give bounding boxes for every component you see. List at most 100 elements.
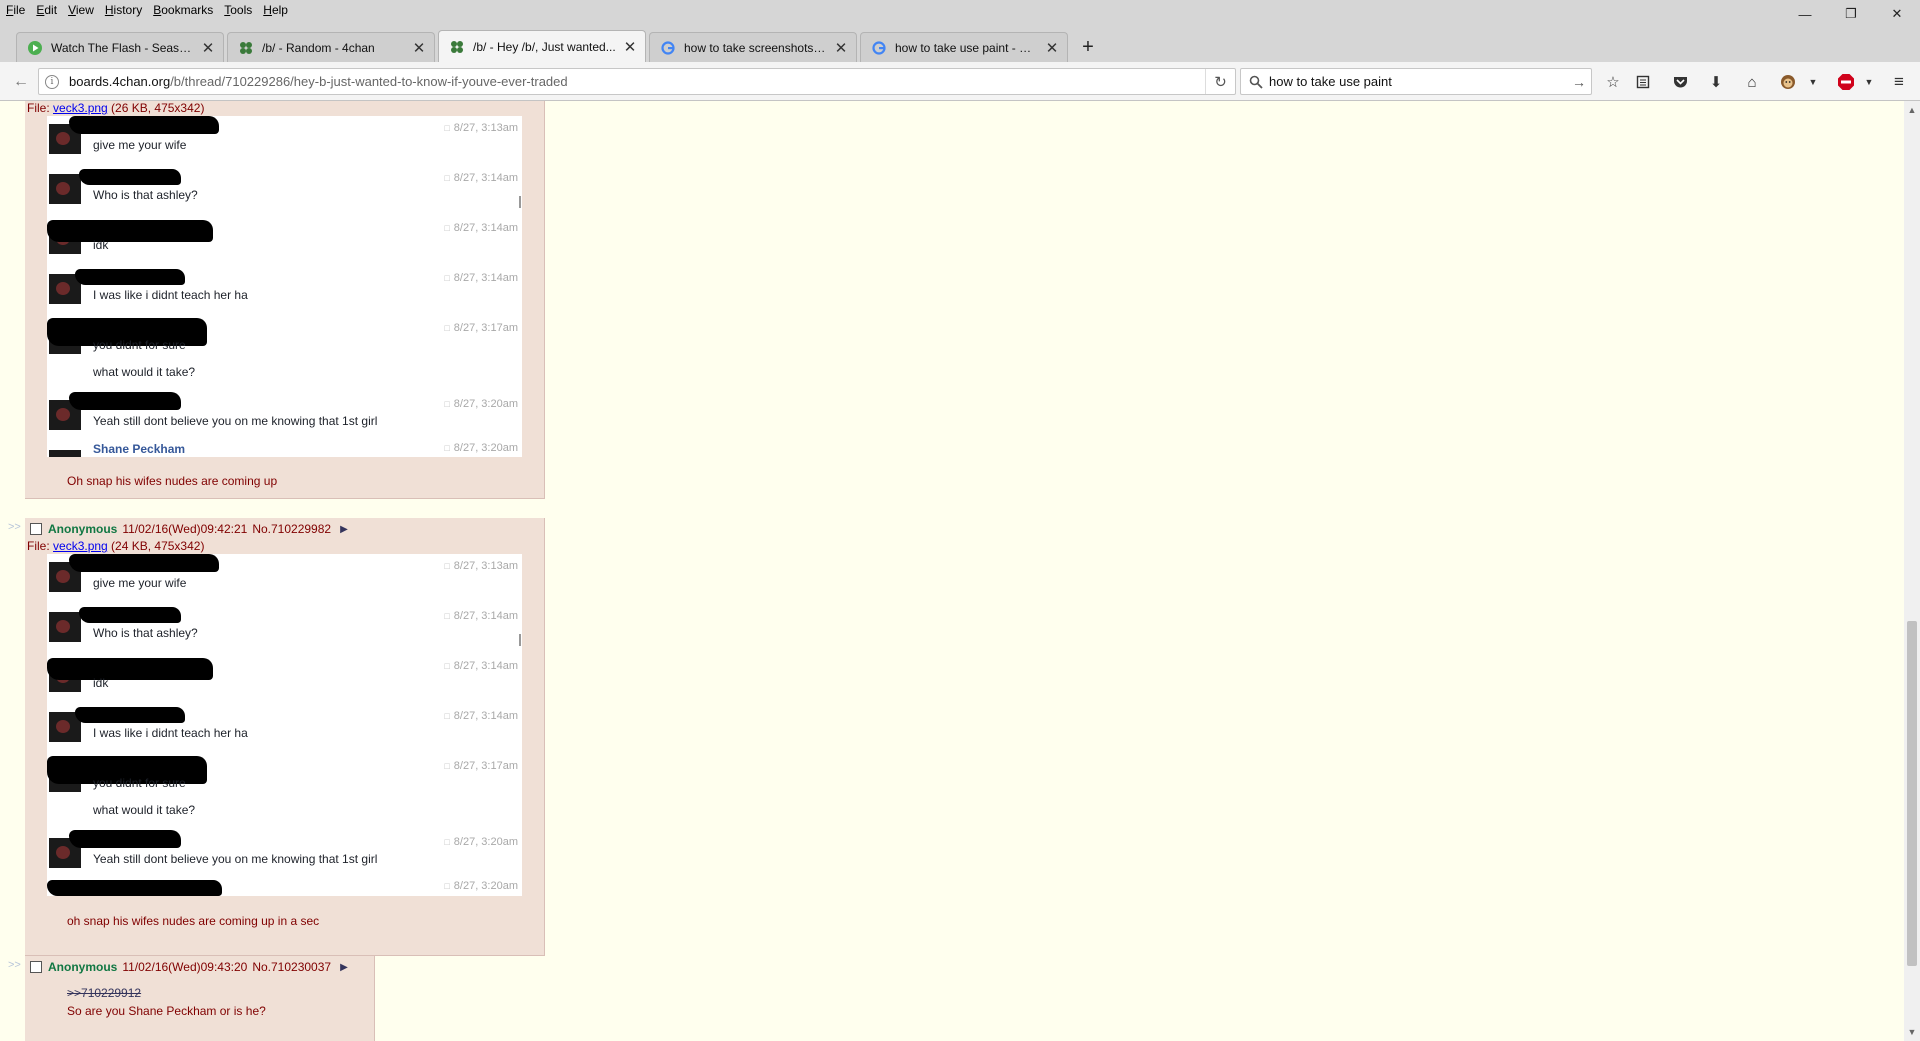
restore-icon: ❐: [1845, 6, 1857, 21]
tab-close-icon[interactable]: ✕: [201, 40, 215, 57]
post-number[interactable]: No.710229982: [252, 522, 331, 536]
file-meta: (24 KB, 475x342): [107, 539, 205, 553]
window-controls: — ❐ ✕: [1782, 0, 1920, 28]
close-window-button[interactable]: ✕: [1874, 0, 1920, 28]
tab-close-icon[interactable]: ✕: [623, 39, 637, 56]
sender-name: Shane Peckham: [93, 442, 186, 456]
post-menu-icon[interactable]: ▶: [340, 524, 348, 535]
greasemonkey-icon[interactable]: [1776, 70, 1800, 94]
image-scrollbar-mark: [519, 634, 521, 646]
message-text: you didnt for sure: [93, 776, 186, 790]
post-date: 11/02/16(Wed)09:42:21: [122, 522, 248, 536]
url-bar[interactable]: i boards.4chan.org/b/thread/710229286/he…: [38, 68, 1236, 95]
reply-post: Anonymous 11/02/16(Wed)09:43:20 No.71023…: [25, 956, 375, 1041]
chat-message: Shane Peckham 8/27, 3:20am: [47, 442, 522, 457]
quote-link[interactable]: >>710229912: [67, 986, 266, 1000]
file-link[interactable]: veck3.png: [53, 101, 108, 115]
message-text: idk: [93, 238, 109, 252]
redaction-mark: [75, 707, 185, 723]
post-number[interactable]: No.710230037: [252, 960, 331, 974]
search-bar[interactable]: how to take use paint →: [1240, 68, 1592, 95]
search-go-icon[interactable]: →: [1567, 74, 1591, 90]
menu-history[interactable]: History: [99, 0, 147, 20]
chat-message: 8/27, 3:20am Yeah still dont believe you…: [47, 830, 522, 870]
reading-list-icon[interactable]: [1631, 70, 1655, 94]
dropdown-arrow-icon[interactable]: ▼: [1801, 70, 1825, 94]
search-input[interactable]: how to take use paint: [1269, 74, 1567, 89]
back-button[interactable]: ←: [8, 69, 34, 95]
new-tab-button[interactable]: +: [1075, 34, 1101, 60]
scroll-up-arrow-icon[interactable]: ▲: [1904, 103, 1920, 117]
redaction-mark: [79, 607, 181, 623]
message-text: you didnt for sure: [93, 338, 186, 352]
chat-message: 8/27, 3:14am I was like i didnt teach he…: [47, 266, 522, 306]
adblock-dropdown-icon[interactable]: ▼: [1857, 70, 1881, 94]
side-arrows: >>: [8, 521, 21, 533]
post-checkbox[interactable]: [30, 523, 42, 535]
file-info: File: veck3.png (26 KB, 475x342): [27, 101, 204, 115]
tab-close-icon[interactable]: ✕: [412, 40, 426, 57]
message-text: Who is that ashley?: [93, 626, 198, 640]
post-menu-icon[interactable]: ▶: [340, 962, 348, 973]
tab-flash[interactable]: Watch The Flash - Season ... ✕: [16, 32, 224, 62]
redaction-mark: [69, 554, 219, 572]
pocket-icon[interactable]: [1668, 70, 1692, 94]
scrollbar-thumb[interactable]: [1907, 621, 1917, 966]
chat-message: 8/27, 3:13am give me your wife: [47, 554, 522, 594]
menu-edit[interactable]: Edit: [30, 0, 62, 20]
reload-icon: ↻: [1214, 73, 1227, 91]
menu-help[interactable]: Help: [257, 0, 293, 20]
url-text[interactable]: boards.4chan.org/b/thread/710229286/hey-…: [69, 74, 1205, 89]
browser-chrome: File Edit View History Bookmarks Tools H…: [0, 0, 1920, 101]
scroll-down-arrow-icon[interactable]: ▼: [1904, 1025, 1920, 1039]
message-time: 8/27, 3:14am: [444, 710, 518, 722]
tab-bar: Watch The Flash - Season ... ✕ /b/ - Ran…: [0, 30, 1920, 62]
side-arrows: >>: [8, 959, 21, 971]
close-icon: ✕: [1891, 6, 1903, 21]
reload-button[interactable]: ↻: [1205, 69, 1235, 94]
home-icon[interactable]: ⌂: [1740, 70, 1764, 94]
minimize-button[interactable]: —: [1782, 0, 1828, 28]
tab-close-icon[interactable]: ✕: [834, 40, 848, 57]
message-time: 8/27, 3:14am: [444, 660, 518, 672]
hamburger-menu-icon[interactable]: ≡: [1887, 70, 1911, 94]
reply-post: Anonymous 11/02/16(Wed)09:42:21 No.71022…: [25, 518, 545, 956]
message-text: Yeah still dont believe you on me knowin…: [93, 852, 378, 866]
tab-random[interactable]: /b/ - Random - 4chan ✕: [227, 32, 435, 62]
image-scrollbar-mark: [519, 196, 521, 208]
chat-message: 8/27, 3:20am: [47, 880, 522, 896]
post-image[interactable]: 8/27, 3:13am give me your wife 8/27, 3:1…: [47, 554, 522, 896]
page-scrollbar[interactable]: ▲ ▼: [1904, 101, 1920, 1041]
chat-message: 8/27, 3:14am idk: [47, 216, 522, 256]
tab-thread-active[interactable]: /b/ - Hey /b/, Just wanted... ✕: [438, 30, 646, 62]
menu-view[interactable]: View: [62, 0, 99, 20]
adblock-icon[interactable]: [1834, 70, 1858, 94]
restore-button[interactable]: ❐: [1828, 0, 1874, 28]
google-icon: [871, 40, 887, 56]
info-icon[interactable]: i: [45, 74, 59, 89]
tab-close-icon[interactable]: ✕: [1045, 40, 1059, 57]
message-text: what would it take?: [93, 365, 196, 379]
chat-message: 8/27, 3:17am you didnt for sure what wou…: [47, 316, 522, 382]
post-message: oh snap his wifes nudes are coming up in…: [67, 914, 320, 928]
menu-file[interactable]: File: [0, 0, 30, 20]
tab-title: /b/ - Hey /b/, Just wanted...: [473, 39, 616, 54]
tab-google-paint[interactable]: how to take use paint - Go... ✕: [860, 32, 1068, 62]
redaction-mark: [69, 116, 219, 134]
menu-bookmarks[interactable]: Bookmarks: [147, 0, 218, 20]
file-link[interactable]: veck3.png: [53, 539, 108, 553]
post-image[interactable]: 8/27, 3:13am give me your wife 8/27, 3:1…: [47, 116, 522, 457]
post-checkbox[interactable]: [30, 961, 42, 973]
page-viewport: File: veck3.png (26 KB, 475x342) 8/27, 3…: [0, 101, 1904, 1041]
message-text: what would it take?: [93, 803, 196, 817]
poster-name: Anonymous: [48, 522, 118, 536]
download-icon[interactable]: ⬇: [1704, 70, 1728, 94]
navigation-bar: ← i boards.4chan.org/b/thread/710229286/…: [0, 62, 1920, 101]
tab-google-screenshots[interactable]: how to take screenshots - ... ✕: [649, 32, 857, 62]
bookmark-star-icon[interactable]: ☆: [1601, 70, 1625, 94]
clover-icon: [449, 39, 465, 55]
redaction-mark: [79, 169, 181, 185]
message-text: I was like i didnt teach her ha: [93, 726, 248, 740]
file-info: File: veck3.png (24 KB, 475x342): [27, 539, 204, 553]
menu-tools[interactable]: Tools: [218, 0, 257, 20]
